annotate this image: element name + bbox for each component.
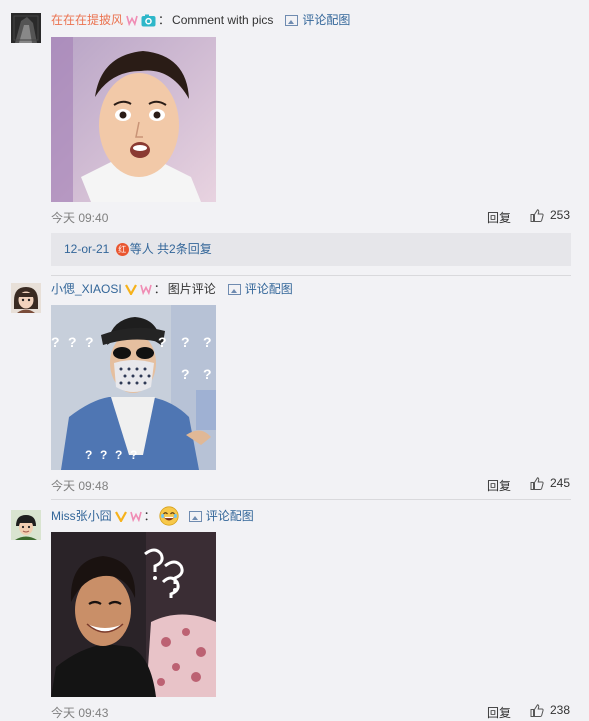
image-icon xyxy=(188,510,202,522)
username[interactable]: 小偲_XIAOSI xyxy=(51,281,122,297)
comment-photo[interactable] xyxy=(51,532,216,697)
like-button[interactable]: 245 xyxy=(530,476,570,490)
comment-text: Comment with pics xyxy=(172,13,274,27)
username[interactable]: Miss张小囧 xyxy=(51,508,112,524)
pic-comment-label: 评论配图 xyxy=(302,13,351,27)
thumbs-up-icon xyxy=(530,208,544,222)
red-badge-icon: 红 xyxy=(115,243,129,257)
question-mark: ? xyxy=(158,334,167,350)
image-icon xyxy=(285,14,299,26)
comment-photo[interactable]: ? ? ? ? ? ? ? ? ? ? ? ? xyxy=(51,305,216,470)
pic-comment-label: 评论配图 xyxy=(244,282,293,296)
question-mark: ? xyxy=(85,334,94,350)
question-mark: ? xyxy=(181,334,190,350)
avatar[interactable] xyxy=(11,13,41,43)
question-mark: ? xyxy=(100,448,108,462)
sub-reply-rest: 等人 共2条回复 xyxy=(129,242,212,256)
reply-button[interactable]: 回复 xyxy=(487,209,511,226)
question-mark: ? xyxy=(203,334,212,350)
avatar[interactable] xyxy=(11,283,41,313)
timestamp: 今天 09:48 xyxy=(51,479,109,493)
question-mark: ? xyxy=(181,366,190,382)
w-badge-icon[interactable] xyxy=(129,510,142,523)
laughing-emoji-icon xyxy=(159,506,179,526)
w-badge-icon[interactable] xyxy=(126,14,138,27)
v-badge-icon[interactable] xyxy=(114,510,127,524)
comment-text: 图片评论 xyxy=(167,282,216,296)
question-mark: ? xyxy=(51,334,60,350)
like-count: 253 xyxy=(549,208,570,222)
image-icon xyxy=(227,283,241,295)
like-count: 245 xyxy=(549,476,570,490)
avatar[interactable] xyxy=(11,510,41,540)
timestamp: 今天 09:43 xyxy=(51,706,109,720)
like-button[interactable]: 253 xyxy=(530,208,570,222)
w-badge-icon[interactable] xyxy=(139,283,152,296)
comment-divider xyxy=(51,499,571,500)
comment-divider xyxy=(51,275,571,276)
username[interactable]: 在在在提披风 xyxy=(51,12,123,28)
thumbs-up-icon xyxy=(530,476,544,490)
colon: ： xyxy=(153,282,166,296)
question-mark: ? xyxy=(68,334,77,350)
timestamp: 今天 09:40 xyxy=(51,211,109,225)
camera-badge-icon[interactable] xyxy=(141,14,156,27)
reply-button[interactable]: 回复 xyxy=(487,704,511,721)
question-mark: ? xyxy=(130,448,138,462)
pic-comment-link[interactable]: 评论配图 xyxy=(227,281,293,297)
pic-comment-label: 评论配图 xyxy=(205,509,254,523)
sub-reply-user[interactable]: 12-or-21 xyxy=(64,242,109,256)
colon: ： xyxy=(143,509,156,523)
question-mark: ? xyxy=(115,448,123,462)
colon: ： xyxy=(158,13,171,27)
pic-comment-link[interactable]: 评论配图 xyxy=(285,12,350,28)
question-mark: ? xyxy=(85,448,93,462)
pic-comment-link[interactable]: 评论配图 xyxy=(188,508,254,524)
comment-photo[interactable] xyxy=(51,37,216,202)
sub-reply-bar[interactable]: 12-or-21 红等人 共2条回复 xyxy=(51,233,571,266)
question-mark: ? xyxy=(203,366,212,382)
sub-reply-text[interactable]: 12-or-21 红等人 共2条回复 xyxy=(64,233,212,266)
v-badge-icon[interactable] xyxy=(124,283,137,297)
reply-button[interactable]: 回复 xyxy=(487,477,511,494)
